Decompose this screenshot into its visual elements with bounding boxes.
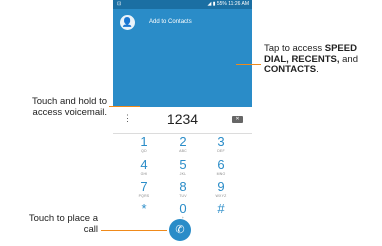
dialpad-key-10[interactable]: 0 + <box>168 202 198 228</box>
signal-icon: ◢ ▮ <box>207 1 217 7</box>
key-digit: 1 <box>140 134 148 149</box>
key-digit: # <box>217 201 225 216</box>
key-digit: 5 <box>179 157 187 172</box>
key-digit: 4 <box>140 157 148 172</box>
status-indicators: ◢ ▮ 55% 11:26 AM <box>207 0 249 9</box>
dialpad-key-9[interactable]: * <box>129 202 159 228</box>
key-digit: 6 <box>217 157 225 172</box>
voicemail-line <box>109 106 140 107</box>
key-digit: 0 <box>179 201 187 216</box>
key-letters: QD <box>141 149 147 153</box>
key-letters: GHI <box>140 172 148 176</box>
battery-text: 55% <box>216 1 227 7</box>
voicemail-callout: Touch and hold to access voicemail. <box>31 96 107 118</box>
call-callout: Touch to place a call <box>28 213 98 235</box>
number-row: ⋮ 1234 ✕ <box>113 107 252 134</box>
key-digit: * <box>141 201 147 216</box>
app-bar: 👤 Add to Contacts <box>113 9 252 37</box>
key-letters: TUV <box>179 194 187 198</box>
notification-icon: ⊡ <box>117 1 122 7</box>
key-letters: WXYZ <box>215 194 227 198</box>
backspace-icon[interactable]: ✕ <box>232 116 243 123</box>
recents-area[interactable] <box>113 37 252 107</box>
key-letters: PQRS <box>138 194 150 198</box>
key-digit: 3 <box>217 134 225 149</box>
key-digit: 2 <box>179 134 187 149</box>
key-digit: 7 <box>140 179 148 194</box>
key-letters: JKL <box>179 172 187 176</box>
key-letters: DEF <box>217 149 225 153</box>
key-digit: 9 <box>217 179 225 194</box>
key-letters: + <box>181 216 185 220</box>
status-bar: ⊡ ◢ ▮ 55% 11:26 AM <box>113 0 252 9</box>
key-digit: 8 <box>179 179 187 194</box>
clock-text: 11:26 AM <box>228 1 249 7</box>
add-to-contacts-button[interactable]: Add to Contacts <box>149 19 192 25</box>
speed-dial-callout: Tap to access SPEED DIAL, RECENTS, and C… <box>264 43 358 75</box>
person-add-icon[interactable]: 👤 <box>120 15 135 30</box>
key-letters: MNO <box>216 172 226 176</box>
call-line <box>101 230 167 231</box>
key-letters: ABC <box>179 149 187 153</box>
dialpad-key-11[interactable]: # <box>206 202 236 228</box>
dialer-screen: ⊡ ◢ ▮ 55% 11:26 AM 👤 Add to Contacts ⋮ 1… <box>113 0 252 246</box>
speed-dial-line <box>236 64 261 65</box>
